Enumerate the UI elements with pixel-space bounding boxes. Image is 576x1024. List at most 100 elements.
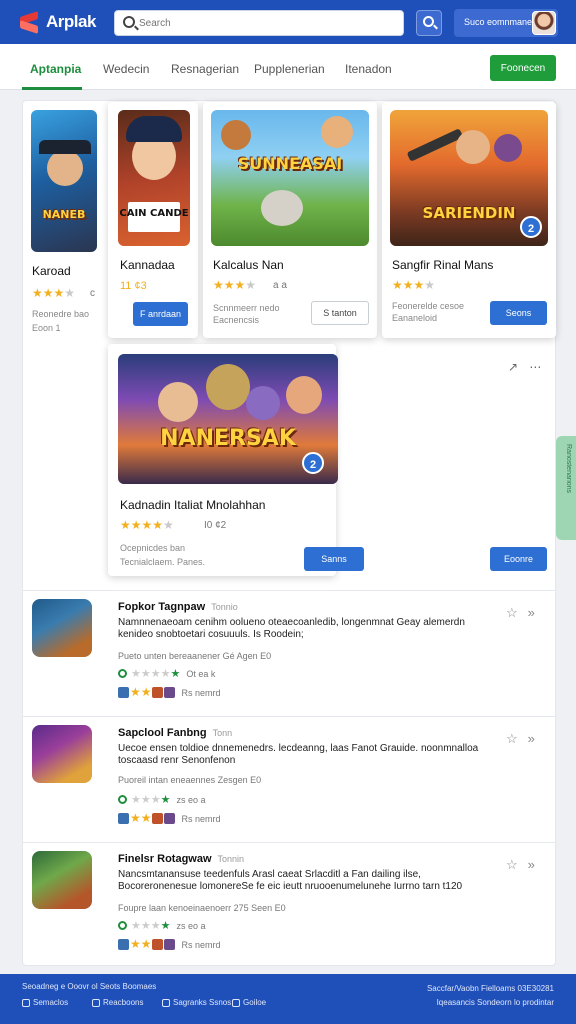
footer-link[interactable]: Goiloe — [232, 998, 266, 1007]
footer-info: Iqeasancis Sondeorn lo prodintar — [436, 998, 554, 1007]
featured-card[interactable]: CAIN CANDE Kannadaa 11 ¢3 F anrdaan — [108, 102, 198, 338]
game-title: Sangfir Rinal Mans — [392, 258, 494, 272]
link-icon — [232, 998, 240, 1007]
footer: Seoadneg e Ooovr ol Seots Boomaes Semacl… — [0, 974, 576, 1024]
tab-aptanpia[interactable]: Aptanpia — [30, 62, 81, 76]
game-title: Kannadaa — [120, 258, 175, 272]
link-icon — [22, 998, 30, 1007]
logo-icon — [20, 11, 42, 34]
game-meta: Feonerelde cesoe — [392, 301, 465, 311]
list-item[interactable]: Fopkor Tagnpaw Tonnio Namnnenaeoam cenihm… — [22, 590, 556, 714]
app-logo[interactable]: Arplak — [20, 11, 96, 34]
game-meta: Eoon 1 — [32, 323, 61, 333]
search-button[interactable] — [416, 10, 442, 36]
share-icon[interactable]: ↗ — [508, 360, 518, 374]
cta-button[interactable]: Foonecen — [490, 55, 556, 81]
logo-text: Arplak — [46, 12, 96, 31]
game-meta: Reonedre bao — [32, 309, 90, 319]
game-meta: Puoreil intan eneaennes Zesgen E0 — [118, 775, 262, 785]
footer-note: Seoadneg e Ooovr ol Seots Boomaes — [22, 982, 157, 991]
list-item[interactable]: Finelsr Rotagwaw Tonnin Nancsmtanansuse t… — [22, 842, 556, 966]
friend-ratings: ★★ Rs nemrd — [118, 811, 221, 825]
user-name: Suco eomnmane — [464, 17, 533, 27]
game-meta: Ocepnicdes ban — [120, 543, 186, 553]
chevron-right-icon[interactable]: » — [528, 731, 535, 746]
rating-value: c — [90, 288, 95, 299]
game-meta: Scnnmeerr nedo — [213, 303, 280, 313]
star-rating: ★★★★★ Ot ea k — [118, 667, 215, 680]
game-title: Kalcalus Nan — [213, 258, 284, 272]
game-title: Fopkor Tagnpaw Tonnio — [118, 601, 238, 613]
play-button[interactable]: F anrdaan — [133, 302, 188, 326]
game-art-label: NANERSAK — [160, 426, 296, 451]
favorite-icon[interactable]: ☆ — [506, 857, 518, 872]
game-meta: Foupre laan kenoeinaenoerr 275 Seen E0 — [118, 903, 286, 913]
star-rating: ★★★★ zs eo a — [118, 919, 206, 932]
star-rating: ★★★★ — [32, 286, 76, 300]
tab-itenadon[interactable]: Itenadon — [345, 62, 392, 76]
game-description: Namnnenaeoam cenihm oolueno oteaecoanled… — [118, 617, 465, 640]
rating-value: a a — [273, 280, 287, 291]
row-actions: ☆» — [506, 731, 535, 747]
star-rating: ★★★★ — [392, 278, 436, 292]
game-meta: Pueto unten bereaanener Gé Agen E0 — [118, 651, 272, 661]
card-actions: ↗ ⋯ — [508, 360, 541, 374]
footer-link[interactable]: Semaclos — [22, 998, 68, 1007]
list-item[interactable]: Sapclool Fanbng Tonn Uecoe ensen toldioe … — [22, 716, 556, 840]
play-button[interactable]: Seons — [490, 301, 547, 325]
featured-card[interactable]: SUNNEASAI Kalcalus Nan ★★★★ a a Scnnmeer… — [203, 102, 377, 338]
top-bar: Arplak Suco eomnmane — [0, 0, 576, 44]
secondary-button[interactable]: S tanton — [311, 301, 369, 325]
level-badge: 2 — [302, 452, 324, 474]
game-thumbnail[interactable]: NANEB — [31, 110, 97, 252]
game-thumbnail[interactable] — [32, 851, 92, 909]
footer-link[interactable]: Reacboons — [92, 998, 143, 1007]
star-rating: ★★★★ zs eo a — [118, 793, 206, 806]
favorite-icon[interactable]: ☆ — [506, 605, 518, 620]
favorite-icon[interactable]: ☆ — [506, 731, 518, 746]
game-description: Nancsmtanansuse teedenfuls Arasl caeat S… — [118, 869, 463, 892]
avatar[interactable] — [532, 11, 556, 35]
game-art-label: SUNNEASAI — [237, 154, 343, 173]
side-feedback-tab[interactable]: Ranostenarions — [556, 436, 576, 540]
rating-value: I0 ¢2 — [204, 520, 227, 531]
nav-bar: Aptanpia Wedecin Resnagerian Puppleneria… — [0, 44, 576, 90]
user-menu[interactable]: Suco eomnmane — [454, 9, 558, 37]
game-title: Sapclool Fanbng Tonn — [118, 727, 233, 739]
search-icon — [123, 16, 135, 28]
play-button[interactable]: Sanns — [304, 547, 364, 571]
hero-title: Kadnadin Italiat Mnolahhan — [120, 498, 266, 512]
active-tab-indicator — [22, 87, 82, 90]
game-thumbnail[interactable]: SARIENDIN 2 — [390, 110, 548, 246]
game-thumbnail[interactable]: NANERSAK 2 — [118, 354, 338, 484]
link-icon — [162, 998, 170, 1007]
tab-wedecin[interactable]: Wedecin — [103, 62, 149, 76]
search-input[interactable] — [139, 13, 394, 33]
game-thumbnail[interactable]: SUNNEASAI — [211, 110, 369, 246]
game-meta: Tecnialclaem. Panes. — [120, 557, 206, 567]
play-button-secondary[interactable]: Eoonre — [490, 547, 547, 571]
game-art-label: CAIN CANDE — [119, 208, 189, 219]
tab-pupplenerian[interactable]: Pupplenerian — [254, 62, 325, 76]
featured-card[interactable]: SARIENDIN 2 Sangfir Rinal Mans ★★★★ Feon… — [382, 102, 556, 338]
tab-resnagerian[interactable]: Resnagerian — [171, 62, 239, 76]
search-icon — [423, 16, 434, 27]
row-actions: ☆» — [506, 605, 535, 621]
featured-card[interactable]: NANEB Karoad ★★★★ c Reonedre bao Eoon 1 — [24, 102, 108, 338]
game-thumbnail[interactable] — [32, 599, 92, 657]
game-thumbnail[interactable] — [32, 725, 92, 783]
game-meta: Eacnencsis — [213, 315, 260, 325]
link-icon — [92, 998, 100, 1007]
footer-info: Saccfar/Vaobn Fielloams 03E30281 — [426, 984, 554, 993]
game-thumbnail[interactable]: CAIN CANDE — [118, 110, 190, 246]
more-icon[interactable]: ⋯ — [529, 360, 541, 374]
chevron-right-icon[interactable]: » — [528, 605, 535, 620]
chevron-right-icon[interactable]: » — [528, 857, 535, 872]
footer-link[interactable]: Sagranks Ssnos — [162, 998, 231, 1007]
search-box[interactable] — [114, 10, 404, 36]
row-actions: ☆» — [506, 857, 535, 873]
game-description: Uecoe ensen toldioe dnnemenedrs. lecdean… — [118, 743, 479, 766]
side-tab-label: Ranostenarions — [565, 444, 572, 494]
level-badge: 2 — [520, 216, 542, 238]
rating-value: 11 ¢3 — [120, 280, 147, 292]
